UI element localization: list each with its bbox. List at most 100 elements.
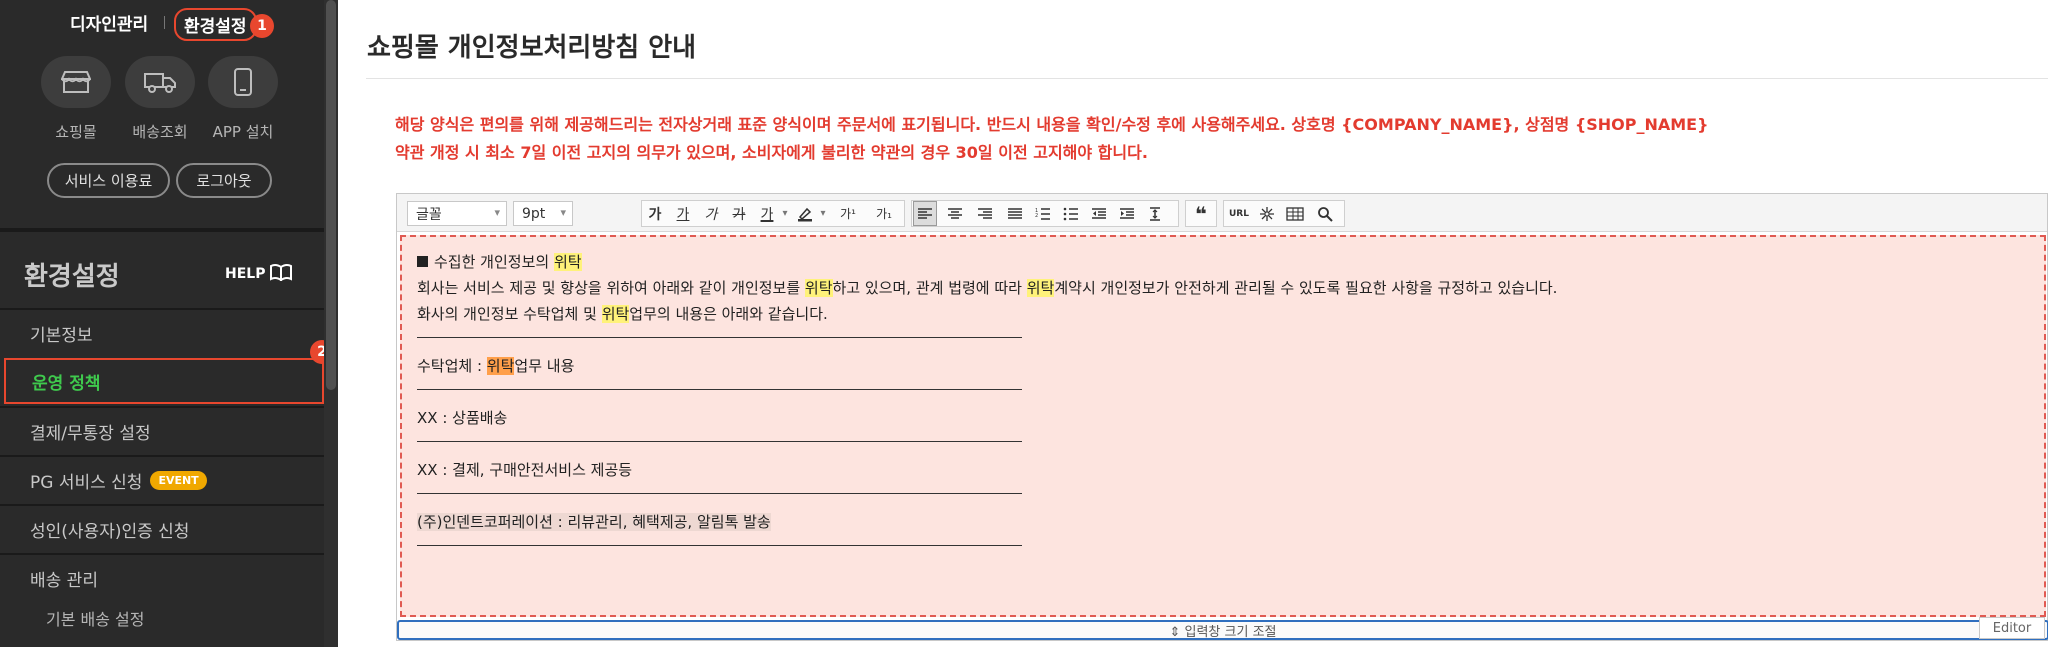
sidebar-item-label: 성인(사용자)인증 신청 (30, 521, 190, 542)
step-badge-1: 1 (250, 14, 274, 38)
align-right-icon[interactable] (973, 201, 997, 226)
highlighted-text: 위탁 (1026, 279, 1055, 297)
highlighted-text: 위탁 (804, 279, 833, 297)
quick-link-delivery[interactable]: 배송조회 (125, 56, 195, 142)
editor-mode-tab[interactable]: Editor (1979, 617, 2045, 639)
editor-resize-handle[interactable]: ⇕ 입력창 크기 조절 (397, 620, 2048, 640)
bold-button[interactable]: 가 (643, 201, 667, 226)
chevron-down-icon[interactable]: ▾ (817, 201, 829, 226)
bullet-square-icon (417, 256, 428, 267)
chevron-down-icon: ▾ (560, 206, 566, 219)
font-family-select[interactable]: 글꼴 ▾ (407, 201, 507, 226)
book-icon (269, 263, 293, 285)
superscript-button[interactable]: 가¹ (831, 201, 865, 226)
font-color-button[interactable]: 가 (755, 201, 779, 226)
sidebar-item-payment-settings[interactable]: 결제/무통장 설정 (0, 406, 324, 454)
sidebar-item-operation-policy[interactable]: 운영 정책 (4, 358, 324, 404)
highlighted-text: 위탁 (553, 253, 582, 271)
sidebar-item-adult-auth[interactable]: 성인(사용자)인증 신청 (0, 504, 324, 552)
highlight-color-icon[interactable] (793, 201, 817, 226)
sidebar: 디자인관리 환경설정 1 쇼핑몰 배송조회 APP 설치 서비스 이용료 로그아… (0, 0, 338, 647)
align-left-icon[interactable] (913, 201, 937, 226)
sidebar-subitem-basic-shipping[interactable]: 기본 배송 설정 (46, 606, 145, 630)
content-text: 업무 내용 (514, 357, 575, 375)
quick-link-app[interactable]: APP 설치 (208, 56, 278, 142)
quick-link-label: 배송조회 (132, 123, 188, 141)
font-family-value: 글꼴 (416, 206, 442, 223)
editor-toolbar: 글꼴 ▾ 9pt ▾ 가 가 가 가 가 ▾ ▾ 가¹ 가₁ 1 2 ❝ URL (397, 194, 2047, 232)
content-text: 계약시 개인정보가 안전하게 관리될 수 있도록 필요한 사항을 규정하고 있습… (1054, 279, 1558, 297)
quick-link-label: APP 설치 (212, 123, 274, 141)
sidebar-item-shipping[interactable]: 배송 관리 (0, 553, 324, 601)
special-char-icon[interactable] (1255, 201, 1279, 226)
content-row: (주)인덴트코퍼레이션 : 리뷰관리, 혜택제공, 알림톡 발송 (417, 511, 771, 532)
store-icon (41, 56, 111, 108)
content-text: 회사는 서비스 제공 및 향상을 위하여 아래와 같이 개인정보를 (417, 279, 805, 297)
content-text: 수탁업체 : (417, 357, 487, 375)
content-heading: 수집한 개인정보의 위탁 (417, 251, 582, 272)
quick-link-shop[interactable]: 쇼핑몰 (41, 56, 111, 142)
quick-link-label: 쇼핑몰 (55, 123, 97, 141)
subscript-button[interactable]: 가₁ (867, 201, 901, 226)
sidebar-item-basic-info[interactable]: 기본정보 (0, 308, 324, 356)
table-icon[interactable] (1283, 201, 1307, 226)
event-badge: EVENT (150, 470, 207, 490)
sidebar-item-label: 운영 정책 (32, 373, 101, 394)
design-management-link[interactable]: 디자인관리 (70, 10, 148, 35)
content-rule (417, 441, 1022, 442)
service-fee-button[interactable]: 서비스 이용료 (47, 163, 170, 198)
font-size-select[interactable]: 9pt ▾ (513, 201, 573, 226)
outdent-icon[interactable] (1087, 201, 1111, 226)
quote-button[interactable]: ❝ (1189, 201, 1213, 226)
content-text: 하고 있으며, 관계 법령에 따라 (832, 279, 1027, 297)
chevron-down-icon[interactable]: ▾ (779, 201, 791, 226)
editor-content-area[interactable]: 수집한 개인정보의 위탁 회사는 서비스 제공 및 향상을 위하여 아래와 같이… (400, 235, 2046, 617)
highlighted-text: 위탁 (601, 305, 630, 323)
line-height-icon[interactable] (1143, 201, 1167, 226)
notice-text: 약관 개정 시 최소 7일 이전 고지의 의무가 있으며, 소비자에게 불리한 … (395, 143, 1148, 162)
chevron-down-icon: ▾ (494, 206, 500, 219)
content-row: 수탁업체 : 위탁업무 내용 (417, 355, 574, 376)
page-title: 쇼핑몰 개인정보처리방침 안내 (367, 33, 697, 63)
italic-button[interactable]: 가 (699, 201, 723, 226)
notice-text: 해당 양식은 편의를 위해 제공해드리는 전자상거래 표준 양식이며 주문서에 … (395, 115, 1709, 134)
content-text: (주)인덴트코퍼레이션 : 리뷰관리, 혜택제공, 알림톡 발송 (417, 513, 771, 531)
sidebar-scroll-thumb[interactable] (326, 0, 336, 390)
content-row: XX : 상품배송 (417, 409, 508, 427)
content-rule (417, 389, 1022, 390)
top-link-separator (164, 16, 165, 29)
content-paragraph: 회사는 서비스 제공 및 향상을 위하여 아래와 같이 개인정보를 위탁하고 있… (417, 277, 1557, 298)
sidebar-item-label: 기본정보 (30, 325, 93, 346)
rich-text-editor: 글꼴 ▾ 9pt ▾ 가 가 가 가 가 ▾ ▾ 가¹ 가₁ 1 2 ❝ URL… (396, 193, 2048, 641)
align-justify-icon[interactable] (1003, 201, 1027, 226)
settings-link[interactable]: 환경설정 (174, 8, 257, 41)
underline-button[interactable]: 가 (671, 201, 695, 226)
sidebar-section-title: 환경설정 (24, 262, 120, 292)
sidebar-item-label: 결제/무통장 설정 (30, 423, 151, 444)
mobile-icon (208, 56, 278, 108)
content-text: 화사의 개인정보 수탁업체 및 (417, 305, 602, 323)
content-text: 수집한 개인정보의 (434, 253, 554, 271)
logout-button[interactable]: 로그아웃 (176, 163, 272, 198)
title-divider (366, 78, 2048, 79)
sidebar-top-links: 디자인관리 환경설정 (0, 8, 324, 41)
bullet-list-icon[interactable] (1059, 201, 1083, 226)
help-link[interactable]: HELP (225, 263, 293, 285)
align-center-icon[interactable] (943, 201, 967, 226)
sidebar-item-label: PG 서비스 신청 (30, 472, 143, 493)
main-content: 쇼핑몰 개인정보처리방침 안내 해당 양식은 편의를 위해 제공해드리는 전자상… (338, 0, 2048, 647)
content-rule (417, 337, 1022, 338)
search-icon[interactable] (1313, 201, 1337, 226)
sidebar-item-pg-service[interactable]: PG 서비스 신청 EVENT (0, 455, 324, 503)
strikethrough-button[interactable]: 가 (727, 201, 751, 226)
sidebar-item-label: 배송 관리 (30, 570, 98, 591)
indent-icon[interactable] (1115, 201, 1139, 226)
content-rule (417, 493, 1022, 494)
font-size-value: 9pt (522, 205, 546, 222)
truck-icon (125, 56, 195, 108)
help-label: HELP (225, 266, 266, 282)
highlighted-text: 위탁 (486, 357, 515, 375)
numbered-list-icon[interactable]: 12 (1031, 201, 1055, 226)
url-button[interactable]: URL (1227, 201, 1251, 226)
svg-text:2: 2 (1035, 213, 1038, 219)
